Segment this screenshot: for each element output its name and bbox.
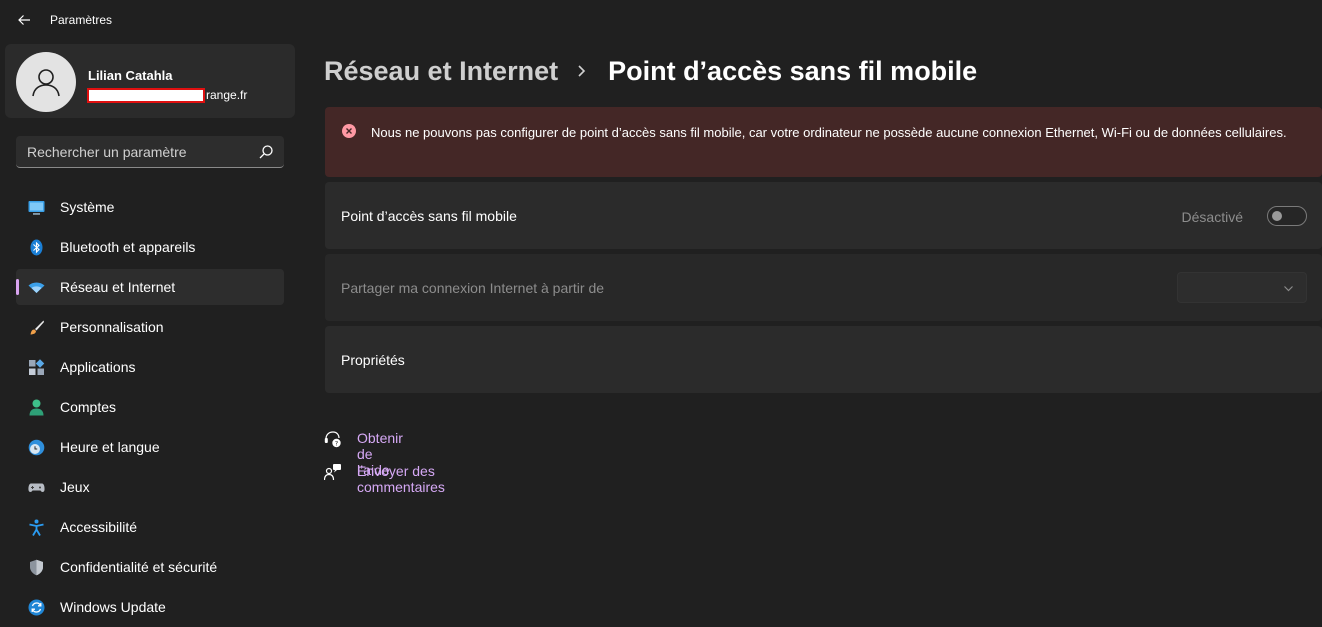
search-icon[interactable] (258, 144, 274, 160)
main-content: Réseau et Internet Point d’accès sans fi… (324, 40, 1322, 627)
sidebar-item-jeux[interactable]: Jeux (16, 469, 284, 505)
chevron-down-icon (1284, 286, 1293, 292)
title-bar: Paramètres (0, 0, 1322, 40)
sidebar-item-personnalisation[interactable]: Personnalisation (16, 309, 284, 345)
bluetooth-icon (30, 239, 43, 256)
user-email-text: range.fr (206, 88, 248, 102)
user-name: Lilian Catahla (88, 68, 173, 83)
share-connection-label: Partager ma connexion Internet à partir … (341, 280, 605, 296)
toggle-knob (1272, 211, 1282, 221)
user-profile-card[interactable]: Lilian Catahla range.fr (5, 44, 295, 118)
account-icon (29, 399, 44, 416)
sidebar-item-label: Jeux (60, 479, 90, 495)
error-message: Nous ne pouvons pas configurer de point … (371, 125, 1287, 140)
gamepad-icon (28, 483, 45, 492)
help-icon: ? (324, 431, 341, 447)
sidebar-item-label: Comptes (60, 399, 117, 415)
brush-icon (30, 320, 44, 335)
apps-icon (29, 359, 45, 375)
hotspot-state-label: Désactivé (1181, 209, 1243, 225)
email-redaction (87, 87, 205, 103)
breadcrumb: Réseau et Internet Point d’accès sans fi… (324, 54, 977, 88)
chevron-right-icon (578, 65, 586, 77)
sidebar-item-label: Réseau et Internet (60, 279, 176, 295)
sidebar-item-applications[interactable]: Applications (16, 349, 284, 385)
back-button[interactable] (10, 6, 38, 34)
search-input[interactable] (16, 136, 251, 167)
sidebar-item-label: Accessibilité (60, 519, 138, 535)
sidebar-item-label: Bluetooth et appareils (60, 239, 196, 255)
properties-label: Propriétés (341, 352, 405, 368)
sidebar: Lilian Catahla range.fr Système Bl (0, 40, 300, 627)
error-infobar: Nous ne pouvons pas configurer de point … (325, 107, 1322, 177)
sidebar-item-label: Heure et langue (60, 439, 160, 455)
breadcrumb-parent-link[interactable]: Réseau et Internet (324, 56, 558, 87)
update-icon (28, 599, 45, 616)
user-email: range.fr (87, 85, 247, 105)
sidebar-item-windows-update[interactable]: Windows Update (16, 589, 284, 625)
globe-clock-icon (28, 439, 45, 456)
sidebar-item-heure-langue[interactable]: Heure et langue (16, 429, 284, 465)
feedback-icon (324, 464, 341, 481)
sidebar-item-bluetooth[interactable]: Bluetooth et appareils (16, 229, 284, 265)
page-title: Point d’accès sans fil mobile (608, 55, 978, 86)
avatar (16, 52, 76, 112)
svg-text:?: ? (335, 439, 338, 447)
feedback-link[interactable]: Envoyer des commentaires (357, 463, 445, 495)
sidebar-item-label: Système (60, 199, 115, 215)
back-arrow-icon (18, 15, 30, 25)
hotspot-label: Point d’accès sans fil mobile (341, 208, 517, 224)
hotspot-toggle[interactable] (1267, 206, 1307, 226)
search-box[interactable] (16, 136, 284, 168)
sidebar-item-accessibilite[interactable]: Accessibilité (16, 509, 284, 545)
sidebar-item-reseau[interactable]: Réseau et Internet (16, 269, 284, 305)
accessibility-icon (29, 519, 44, 536)
system-icon (28, 201, 45, 215)
hotspot-setting-card: Point d’accès sans fil mobile Désactivé (325, 182, 1322, 249)
sidebar-item-comptes[interactable]: Comptes (16, 389, 284, 425)
share-connection-dropdown[interactable] (1177, 272, 1307, 303)
person-icon (32, 69, 60, 97)
app-title: Paramètres (50, 13, 113, 27)
sidebar-item-label: Applications (60, 359, 136, 375)
sidebar-item-label: Confidentialité et sécurité (60, 559, 218, 575)
shield-icon (30, 559, 43, 576)
sidebar-item-confidentialite[interactable]: Confidentialité et sécurité (16, 549, 284, 585)
sidebar-nav: Système Bluetooth et appareils Réseau et… (16, 189, 284, 627)
sidebar-item-systeme[interactable]: Système (16, 189, 284, 225)
properties-card[interactable]: Propriétés (325, 326, 1322, 393)
sidebar-item-label: Windows Update (60, 599, 166, 615)
wifi-icon (28, 282, 45, 293)
share-connection-card: Partager ma connexion Internet à partir … (325, 254, 1322, 321)
error-icon (342, 124, 356, 138)
sidebar-item-label: Personnalisation (60, 319, 164, 335)
